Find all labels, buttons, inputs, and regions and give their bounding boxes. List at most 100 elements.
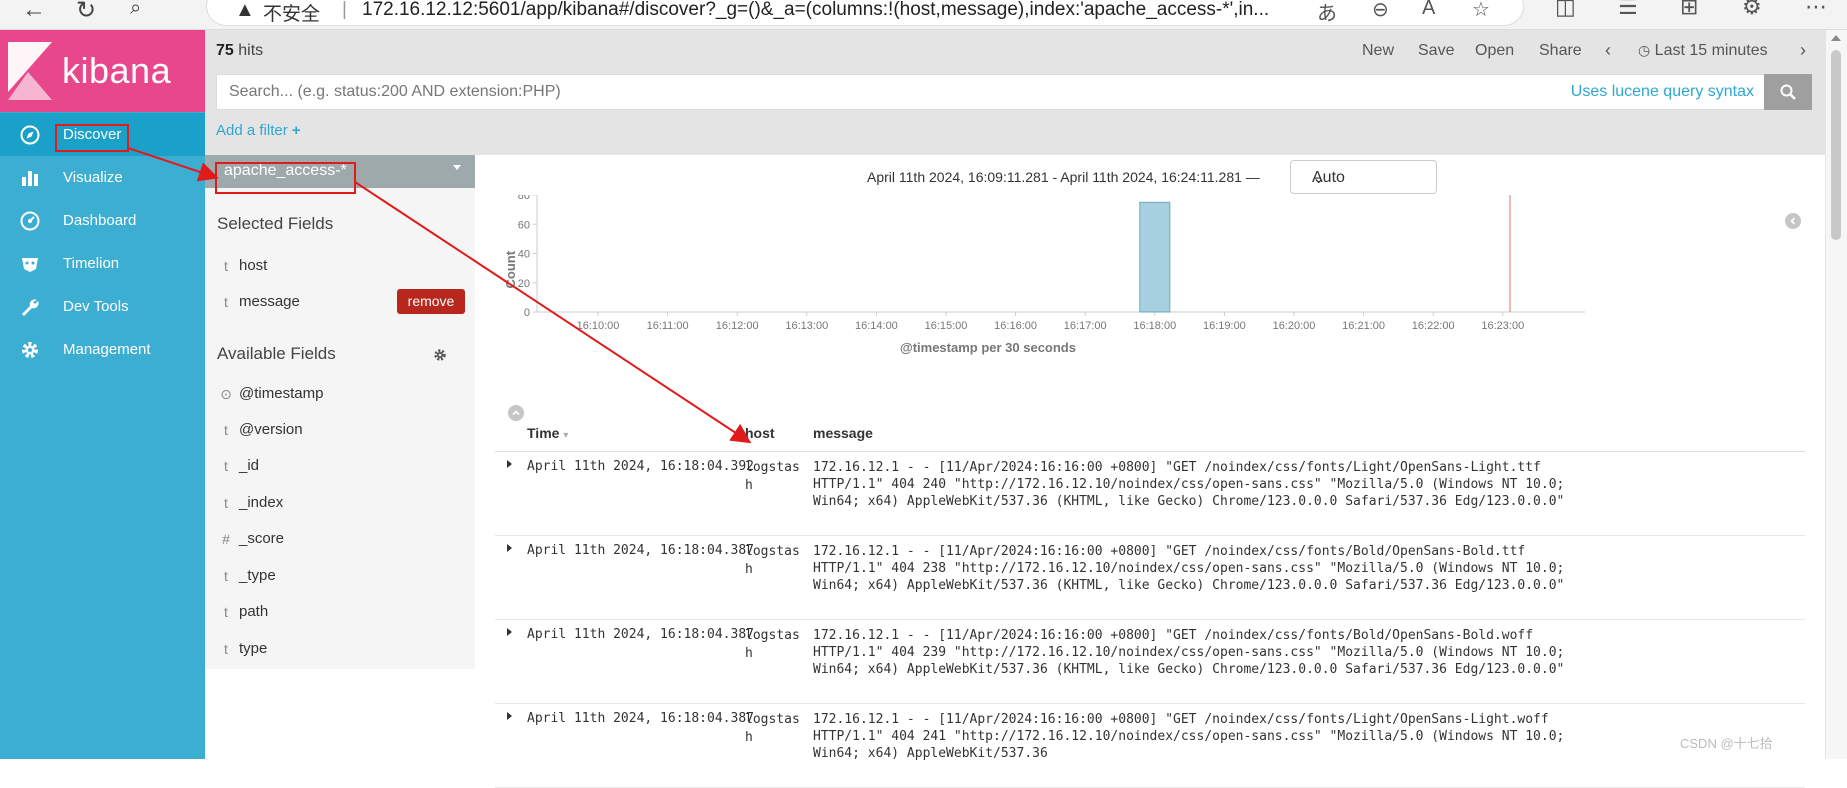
scroll-thumb[interactable] xyxy=(1831,50,1841,240)
browser-toolbar: ← ↻ ⌕ ▲ 不安全 | 172.16.12.12:5601/app/kiba… xyxy=(0,0,1847,30)
zoom-out-icon[interactable]: ⊖ xyxy=(1372,0,1389,22)
search-icon[interactable]: ⌕ xyxy=(130,0,141,20)
row-message: 172.16.12.1 - - [11/Apr/2024:16:16:00 +0… xyxy=(813,712,1565,761)
row-host: logstash xyxy=(745,460,800,493)
open-button[interactable]: Open xyxy=(1475,42,1514,60)
available-field-type-underscore[interactable]: t _type xyxy=(205,563,475,591)
favorites-icon[interactable]: ☰ xyxy=(1618,0,1638,20)
row-message: 172.16.12.1 - - [11/Apr/2024:16:16:00 +0… xyxy=(813,628,1565,677)
time-forward-chevron-icon[interactable]: › xyxy=(1800,40,1806,61)
row-host: logstash xyxy=(745,628,800,661)
read-aloud-icon[interactable]: あ xyxy=(1317,0,1337,26)
row-time: April 11th 2024, 16:18:04.387 xyxy=(527,543,754,558)
remove-field-button[interactable]: remove xyxy=(397,289,465,314)
sidebar-item-dev-tools[interactable]: Dev Tools xyxy=(0,285,205,328)
row-time: April 11th 2024, 16:18:04.392 xyxy=(527,459,754,474)
field-name: @timestamp xyxy=(239,385,324,402)
search-input[interactable]: Search... (e.g. status:200 AND extension… xyxy=(229,83,561,101)
interval-select[interactable]: Auto ⌄ xyxy=(1290,160,1437,194)
expand-row-icon[interactable] xyxy=(507,460,512,468)
sidebar-item-label: Visualize xyxy=(63,169,123,186)
selected-field-host[interactable]: t host xyxy=(205,253,475,281)
bar-chart-icon xyxy=(19,167,41,189)
expand-row-icon[interactable] xyxy=(507,544,512,552)
available-fields-heading: Available Fields xyxy=(217,344,336,363)
clock-icon: ◷ xyxy=(1638,42,1651,58)
scroll-up-arrow-icon[interactable] xyxy=(1831,35,1841,41)
field-name: message xyxy=(239,293,300,310)
logo-text: kibana xyxy=(62,50,172,91)
table-row[interactable]: April 11th 2024, 16:18:04.392 logstash 1… xyxy=(495,452,1805,536)
text-size-icon[interactable]: A xyxy=(1422,0,1435,20)
row-message: 172.16.12.1 - - [11/Apr/2024:16:16:00 +0… xyxy=(813,460,1565,509)
selected-field-message[interactable]: t message remove xyxy=(205,289,475,317)
dashboard-icon xyxy=(19,210,41,232)
available-field-timestamp[interactable]: ⊙ @timestamp xyxy=(205,381,475,409)
column-header-host[interactable]: host xyxy=(745,425,775,441)
string-type-icon: t xyxy=(224,568,228,584)
discover-main: April 11th 2024, 16:09:11.281 - April 11… xyxy=(475,155,1825,788)
kibana-logo[interactable]: kibana xyxy=(0,30,205,112)
new-button[interactable]: New xyxy=(1362,42,1394,60)
field-name: _type xyxy=(239,567,276,584)
back-arrow-icon[interactable]: ← xyxy=(22,0,46,24)
collections-icon[interactable]: ⊞ xyxy=(1680,0,1698,20)
collapse-histogram-icon[interactable] xyxy=(508,405,524,421)
more-options-icon[interactable]: ⋯ xyxy=(1805,0,1827,20)
row-time: April 11th 2024, 16:18:04.387 xyxy=(527,711,754,726)
favorite-star-icon[interactable]: ☆ xyxy=(1472,0,1490,22)
column-header-time[interactable]: Time ▾ xyxy=(527,425,568,441)
y-tick-label: 40 xyxy=(518,249,530,261)
x-tick-label: 16:12:00 xyxy=(716,320,759,332)
y-tick-label: 80 xyxy=(518,195,530,202)
collapse-chart-icon[interactable] xyxy=(1785,213,1801,229)
string-type-icon: t xyxy=(224,604,228,620)
x-tick-label: 16:23:00 xyxy=(1481,320,1524,332)
time-picker[interactable]: ◷ Last 15 minutes xyxy=(1638,42,1768,60)
chevron-down-icon: ⌄ xyxy=(1312,170,1326,187)
table-row[interactable]: April 11th 2024, 16:18:04.387 logstash 1… xyxy=(495,536,1805,620)
column-header-message[interactable]: message xyxy=(813,425,873,441)
x-tick-label: 16:19:00 xyxy=(1203,320,1246,332)
string-type-icon: t xyxy=(224,458,228,474)
table-row[interactable]: April 11th 2024, 16:18:04.387 logstash 1… xyxy=(495,620,1805,704)
y-tick-label: 20 xyxy=(518,278,530,290)
plus-icon: + xyxy=(291,122,301,139)
available-field-score[interactable]: # _score xyxy=(205,526,475,554)
split-screen-icon[interactable]: ◫ xyxy=(1555,0,1576,20)
time-back-chevron-icon[interactable]: ‹ xyxy=(1605,40,1611,61)
sidebar-item-visualize[interactable]: Visualize xyxy=(0,156,205,199)
available-field-path[interactable]: t path xyxy=(205,599,475,627)
table-row[interactable]: April 11th 2024, 16:18:04.387 logstash 1… xyxy=(495,704,1805,788)
kibana-logo-icon xyxy=(8,42,52,100)
sidebar-item-label: Management xyxy=(63,341,151,358)
histogram-chart: 0 20 40 60 80 16:10:00 16:11:00 16:12:00 16:13:0… xyxy=(475,195,1825,425)
save-button[interactable]: Save xyxy=(1418,42,1454,60)
page-scrollbar[interactable] xyxy=(1825,30,1847,759)
search-submit-button[interactable] xyxy=(1764,74,1812,110)
available-field-id[interactable]: t _id xyxy=(205,453,475,481)
x-tick-label: 16:14:00 xyxy=(855,320,898,332)
address-bar[interactable]: ▲ 不安全 | 172.16.12.12:5601/app/kibana#/di… xyxy=(206,0,1524,26)
available-field-index[interactable]: t _index xyxy=(205,490,475,518)
refresh-icon[interactable]: ↻ xyxy=(76,0,96,25)
url-text[interactable]: 172.16.12.12:5601/app/kibana#/discover?_… xyxy=(362,0,1342,21)
extensions-icon[interactable]: ⚙ xyxy=(1742,0,1762,20)
field-settings-gear-icon[interactable] xyxy=(433,348,447,367)
sidebar-item-timelion[interactable]: Timelion xyxy=(0,242,205,285)
add-filter-link[interactable]: Add a filter + xyxy=(216,122,301,139)
y-tick-label: 0 xyxy=(524,307,530,319)
annotation-box-index-pattern xyxy=(215,162,356,194)
share-button[interactable]: Share xyxy=(1539,42,1582,60)
expand-row-icon[interactable] xyxy=(507,712,512,720)
string-type-icon: t xyxy=(224,641,228,657)
expand-row-icon[interactable] xyxy=(507,628,512,636)
query-search-box[interactable]: Search... (e.g. status:200 AND extension… xyxy=(216,74,1769,110)
time-range-text: April 11th 2024, 16:09:11.281 - April 11… xyxy=(867,169,1260,185)
available-field-type[interactable]: t type xyxy=(205,636,475,664)
date-type-icon: ⊙ xyxy=(220,386,232,402)
sidebar-item-management[interactable]: Management xyxy=(0,328,205,371)
available-field-version[interactable]: t @version xyxy=(205,417,475,445)
lucene-syntax-link[interactable]: Uses lucene query syntax xyxy=(1571,83,1754,101)
sidebar-item-dashboard[interactable]: Dashboard xyxy=(0,199,205,242)
